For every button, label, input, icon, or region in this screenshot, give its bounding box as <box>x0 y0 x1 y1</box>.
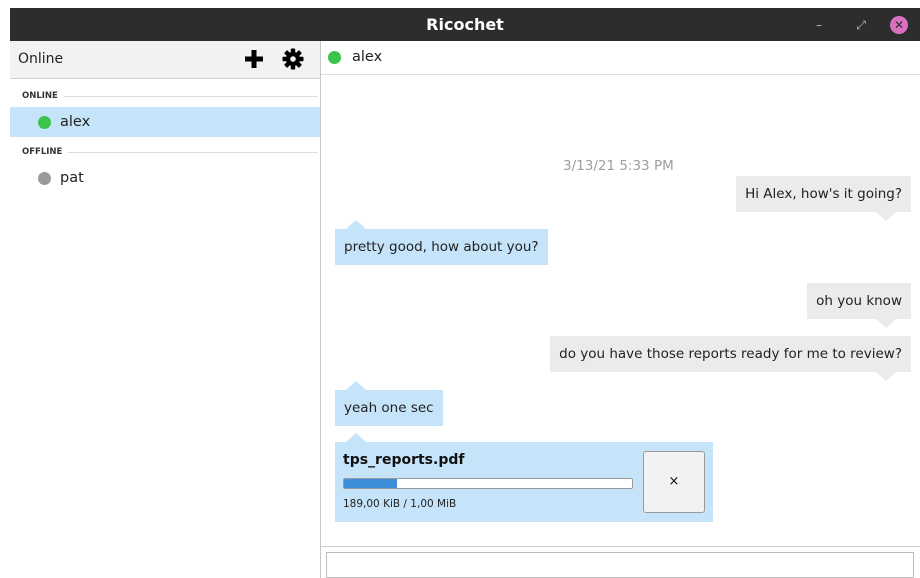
outgoing-message-tail <box>876 319 896 328</box>
title-bar: Ricochet – ⤢ ✕ <box>10 8 920 41</box>
contacts-sidebar: Online ONLINE alex OFFLINE pat <box>10 41 321 578</box>
outgoing-message: do you have those reports ready for me t… <box>550 336 911 372</box>
chat-header: alex <box>321 41 920 75</box>
window-title: Ricochet <box>426 15 504 34</box>
outgoing-message: oh you know <box>807 283 911 319</box>
file-transfer-card: tps_reports.pdf 189,00 KiB / 1,00 MiB × <box>335 442 713 522</box>
gear-icon <box>282 48 304 70</box>
compose-area <box>321 546 920 578</box>
chat-panel: alex 3/13/21 5:33 PM Hi Alex, how's it g… <box>321 41 920 578</box>
contact-name: pat <box>60 170 84 186</box>
group-label: ONLINE <box>22 89 64 103</box>
settings-button[interactable] <box>282 48 304 70</box>
file-transfer-tail <box>346 433 366 442</box>
incoming-message-tail <box>346 220 366 229</box>
incoming-message: pretty good, how about you? <box>335 229 548 265</box>
outgoing-message-tail <box>876 212 896 221</box>
file-progress-bar <box>343 478 633 489</box>
ricochet-window: Ricochet – ⤢ ✕ Online ONLINE alex OFFLIN… <box>10 8 920 578</box>
status-selector[interactable]: Online <box>18 41 63 78</box>
contact-item-alex[interactable]: alex <box>10 107 320 137</box>
message-input[interactable] <box>326 552 914 578</box>
group-header-online: ONLINE <box>10 89 320 103</box>
minimize-button[interactable]: – <box>810 16 828 34</box>
file-progress-fill <box>344 479 398 488</box>
offline-status-icon <box>38 172 51 185</box>
group-label: OFFLINE <box>22 145 69 159</box>
group-header-offline: OFFLINE <box>10 145 320 159</box>
incoming-message-tail <box>346 381 366 390</box>
incoming-message: yeah one sec <box>335 390 443 426</box>
chat-contact-name: alex <box>352 49 383 65</box>
maximize-button[interactable]: ⤢ <box>852 16 870 34</box>
message-timestamp: 3/13/21 5:33 PM <box>563 158 674 174</box>
sidebar-header: Online <box>10 41 320 79</box>
group-divider <box>22 96 318 97</box>
cancel-transfer-button[interactable]: × <box>643 451 705 513</box>
file-size-text: 189,00 KiB / 1,00 MiB <box>343 498 457 510</box>
add-contact-icon <box>245 50 263 68</box>
close-button[interactable]: ✕ <box>890 16 908 34</box>
contact-item-pat[interactable]: pat <box>10 163 320 193</box>
online-status-icon <box>328 51 341 64</box>
file-name: tps_reports.pdf <box>343 452 465 468</box>
outgoing-message: Hi Alex, how's it going? <box>736 176 911 212</box>
add-contact-button[interactable] <box>244 49 264 69</box>
contact-name: alex <box>60 114 91 130</box>
online-status-icon <box>38 116 51 129</box>
outgoing-message-tail <box>876 372 896 381</box>
